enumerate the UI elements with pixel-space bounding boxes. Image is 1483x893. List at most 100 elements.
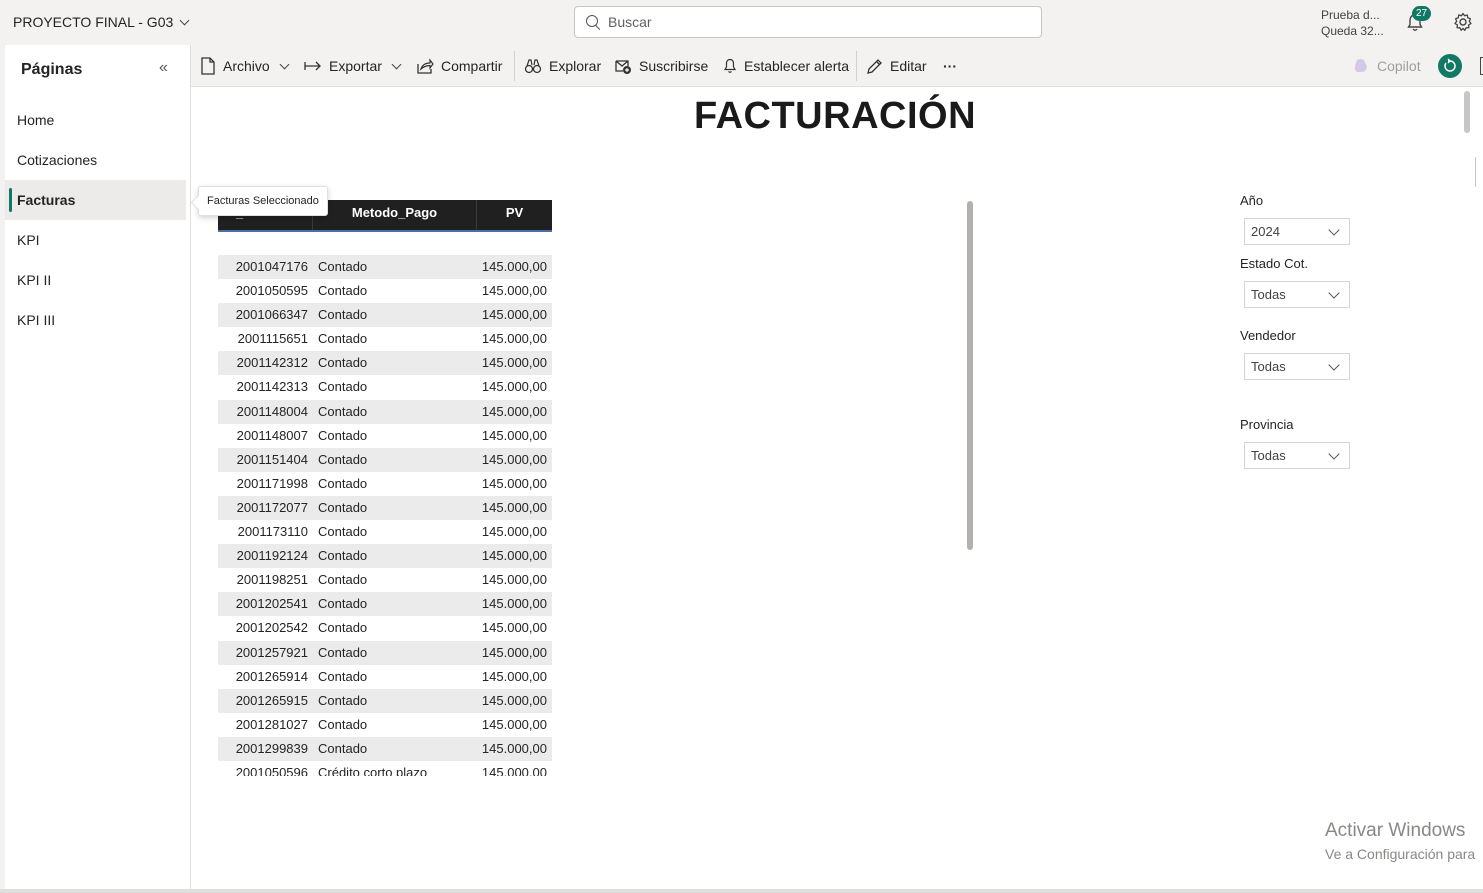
binoculars-icon — [524, 59, 542, 74]
slicer-estado-dropdown[interactable]: Todas — [1244, 281, 1350, 308]
page-item-facturas[interactable]: Facturas — [5, 180, 186, 220]
cell-pv: 145.000,00 — [481, 620, 547, 636]
page-item-kpi-iii[interactable]: KPI III — [5, 300, 186, 340]
establecer-alerta-button[interactable]: Establecer alerta — [723, 45, 849, 87]
editar-button[interactable]: Editar — [866, 45, 927, 87]
trial-status[interactable]: Prueba d... Queda 32... — [1321, 7, 1384, 39]
table-row[interactable]: 2001173110 Contado 145.000,00 — [218, 520, 552, 545]
cell-metodo-pago: Contado — [318, 379, 368, 395]
table-row[interactable]: 2001192124 Contado 145.000,00 — [218, 544, 552, 569]
page-scrollbar[interactable] — [1464, 91, 1470, 133]
collapse-panel-icon[interactable]: « — [159, 59, 168, 77]
cell-pv: 145.000,00 — [481, 403, 547, 419]
workspace-selector[interactable]: PROYECTO FINAL - G03 — [13, 14, 190, 30]
cell-pv: 145.000,00 — [481, 644, 547, 660]
cell-id: 2001148004 — [236, 403, 308, 419]
chevron-down-icon — [1328, 287, 1340, 299]
cell-pv: 145.000,00 — [481, 668, 547, 684]
table-row[interactable]: 2001257921 Contado 145.000,00 — [218, 640, 552, 665]
refresh-icon[interactable] — [1438, 54, 1462, 78]
cell-metodo-pago: Contado — [318, 499, 368, 515]
cell-id: 2001281027 — [235, 716, 308, 732]
cell-metodo-pago: Contado — [318, 692, 368, 708]
compartir-label: Compartir — [441, 58, 503, 74]
cell-id: 2001115651 — [237, 331, 308, 347]
slicer-estado-value: Todas — [1251, 287, 1286, 302]
chevron-down-icon — [1328, 359, 1340, 371]
copilot-label: Copilot — [1377, 58, 1421, 74]
column-header-pv[interactable]: PV — [477, 200, 552, 230]
table-row[interactable]: 2001115651 Contado 145.000,00 — [218, 327, 552, 352]
archivo-menu[interactable]: Archivo — [200, 45, 290, 87]
cell-id: 2001148007 — [236, 427, 308, 443]
explorar-button[interactable]: Explorar — [524, 45, 601, 87]
report-canvas: FACTURACIÓN _ Metodo_Pago PV 2001047176C… — [191, 87, 1483, 890]
slicer-anio-dropdown[interactable]: 2024 — [1244, 218, 1350, 245]
table-row[interactable]: 2001202542 Contado 145.000,00 — [218, 616, 552, 641]
table-row[interactable]: 2001142313 Contado 145.000,00 — [218, 375, 552, 400]
explorar-label: Explorar — [549, 58, 602, 74]
invoices-table[interactable]: _ Metodo_Pago PV 2001047176Contado145.00… — [218, 200, 552, 776]
page-item-kpi-ii[interactable]: KPI II — [5, 260, 186, 300]
copilot-button[interactable]: Copilot — [1352, 45, 1421, 87]
page-item-home[interactable]: Home — [5, 100, 186, 140]
page-item-kpi[interactable]: KPI — [5, 220, 186, 260]
toolbar-divider — [514, 51, 515, 81]
slicer-provincia-dropdown[interactable]: Todas — [1244, 442, 1350, 469]
table-row[interactable]: 2001148007 Contado 145.000,00 — [218, 423, 552, 448]
cell-pv: 145.000,00 — [481, 740, 547, 756]
table-row[interactable]: 2001202541 Contado 145.000,00 — [218, 592, 552, 617]
search-input[interactable] — [608, 14, 1028, 30]
slicer-label-anio: Año — [1240, 193, 1264, 208]
cell-id: 2001172077 — [236, 499, 308, 515]
compartir-button[interactable]: Compartir — [416, 45, 502, 87]
gear-icon[interactable] — [1452, 11, 1474, 33]
cell-id: 2001050595 — [235, 283, 308, 299]
table-row[interactable]: 2001142312 Contado 145.000,00 — [218, 351, 552, 376]
table-row[interactable]: 2001299839 Contado 145.000,00 — [218, 736, 552, 761]
page-item-cotizaciones[interactable]: Cotizaciones — [5, 140, 186, 180]
exportar-menu[interactable]: Exportar — [304, 45, 402, 87]
pages-title: Páginas — [21, 61, 83, 78]
chevron-down-icon — [1328, 448, 1340, 460]
table-row[interactable]: 2001281027 Contado 145.000,00 — [218, 712, 552, 737]
table-scrollbar[interactable] — [967, 201, 973, 550]
toolbar-divider — [856, 51, 857, 81]
column-header-metodo-pago[interactable]: Metodo_Pago — [313, 200, 477, 230]
cell-pv: 145.000,00 — [481, 427, 547, 443]
file-icon — [201, 57, 215, 75]
table-row[interactable]: 2001265915 Contado 145.000,00 — [218, 688, 552, 713]
top-bar: PROYECTO FINAL - G03 Prueba d... Queda 3… — [0, 0, 1483, 45]
suscribirse-button[interactable]: Suscribirse — [614, 45, 708, 87]
table-row[interactable]: 2001047176 Contado 145.000,00 — [218, 255, 552, 280]
search-box[interactable] — [574, 6, 1042, 38]
cell-metodo-pago: Contado — [318, 740, 368, 756]
scroll-edge — [1475, 157, 1476, 187]
report-title: FACTURACIÓN — [693, 95, 977, 137]
report-toolbar: Archivo Exportar Compartir Explorar Susc… — [191, 45, 1483, 87]
table-row[interactable]: 2001050595 Contado 145.000,00 — [218, 279, 552, 304]
slicer-vendedor-dropdown[interactable]: Todas — [1244, 353, 1350, 380]
cell-pv: 145.000,00 — [481, 331, 547, 347]
bottom-border — [0, 889, 1483, 893]
table-row[interactable]: 2001050596 Crédito corto plazo 145.000,00 — [218, 760, 552, 776]
table-row[interactable]: 2001172077 Contado 145.000,00 — [218, 495, 552, 521]
cell-pv: 145.000,00 — [481, 307, 547, 323]
cell-metodo-pago: Contado — [318, 259, 368, 274]
more-options-icon[interactable]: ··· — [943, 45, 957, 87]
table-row[interactable]: 2001148004 Contado 145.000,00 — [218, 399, 552, 424]
cell-pv: 145.000,00 — [481, 475, 547, 491]
table-spacer — [218, 232, 552, 255]
cell-pv: 145.000,00 — [481, 692, 547, 708]
copilot-icon — [1354, 59, 1367, 72]
cell-metodo-pago: Contado — [318, 283, 368, 299]
cell-pv: 145.000,00 — [481, 764, 547, 776]
table-row[interactable]: 2001171998 Contado 145.000,00 — [218, 471, 552, 496]
table-row[interactable]: 2001198251 Contado 145.000,00 — [218, 568, 552, 593]
cell-metodo-pago: Contado — [318, 451, 368, 467]
slicer-label-provincia: Provincia — [1240, 417, 1294, 432]
notification-badge: 27 — [1412, 6, 1431, 21]
table-row[interactable]: 2001151404 Contado 145.000,00 — [218, 447, 552, 472]
table-row[interactable]: 2001265914 Contado 145.000,00 — [218, 664, 552, 689]
table-row[interactable]: 2001066347 Contado 145.000,00 — [218, 303, 552, 328]
